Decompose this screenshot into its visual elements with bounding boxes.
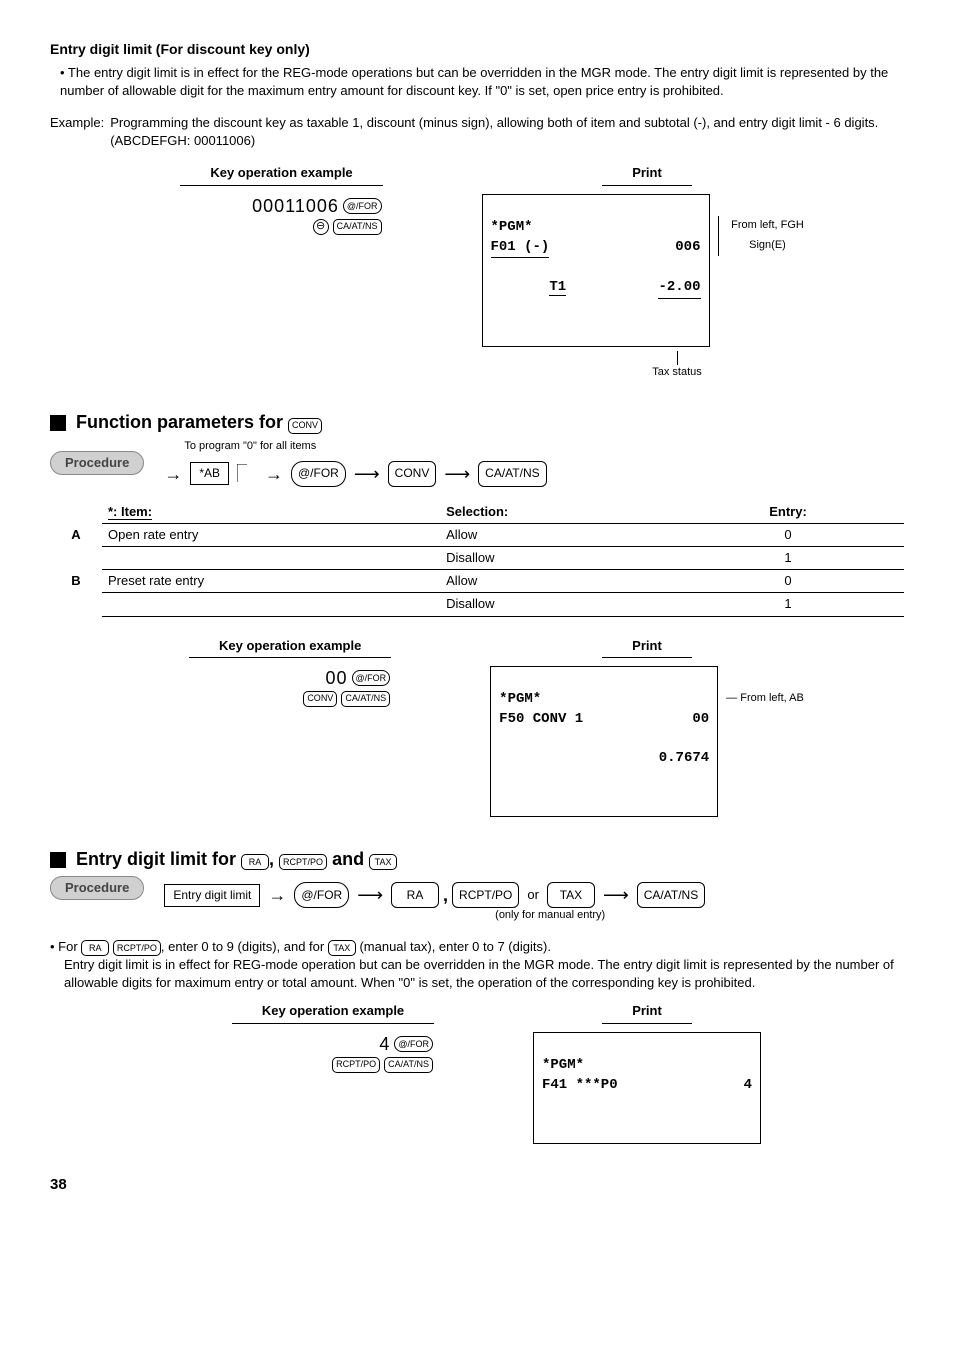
entered-digits: 00	[326, 666, 348, 691]
table-row: A Open rate entry Allow 0	[50, 523, 904, 546]
example-label: Example:	[50, 114, 104, 150]
receipt-callout: — From left, AB	[726, 690, 804, 708]
ra-key: RA	[391, 882, 439, 908]
paragraph: • The entry digit limit is in effect for…	[60, 64, 904, 100]
ra-key: RA	[241, 854, 269, 870]
receipt: *PGM* F01 (-)006 T1-2.00	[482, 194, 710, 347]
key-op-header: Key operation example	[189, 637, 391, 658]
ab-box: *AB	[190, 462, 229, 485]
paragraph: Entry digit limit is in effect for REG-m…	[64, 956, 904, 992]
caatns-key: CA/AT/NS	[637, 882, 705, 908]
receipt: *PGM* F41 ***P04	[533, 1032, 761, 1144]
receipt-callout: From left, FGH Sign(E)	[718, 216, 813, 256]
arrow-icon: →	[164, 465, 182, 483]
tax-key: TAX	[369, 854, 397, 870]
procedure-badge: Procedure	[50, 451, 144, 475]
tax-status-label: Tax status	[542, 351, 813, 380]
paragraph: • For RA RCPT/PO, enter 0 to 9 (digits),…	[50, 938, 904, 957]
tax-key: TAX	[328, 940, 356, 956]
page-number: 38	[50, 1174, 904, 1195]
conv-key: CONV	[388, 461, 437, 487]
arrow-icon: ⟶	[357, 886, 383, 904]
conv-key: CONV	[303, 691, 337, 707]
rcptpo-key: RCPT/PO	[452, 882, 519, 908]
key-op-header: Key operation example	[232, 1002, 434, 1023]
loop-arrow-icon	[237, 464, 257, 484]
arrow-icon: ⟶	[444, 465, 470, 483]
tax-key: TAX	[547, 882, 595, 908]
to-program-note: To program "0" for all items	[184, 439, 546, 454]
arrow-icon: ⟶	[603, 886, 629, 904]
minus-key: ⊖	[313, 219, 329, 235]
arrow-icon: ⟶	[354, 465, 380, 483]
atfor-key: @/FOR	[394, 1036, 433, 1052]
entered-digits: 4	[379, 1032, 390, 1057]
print-header: Print	[602, 1002, 692, 1023]
atfor-key: @/FOR	[352, 670, 391, 686]
bullet-icon	[50, 415, 66, 431]
or-text: or	[527, 886, 539, 904]
rcptpo-key: RCPT/PO	[113, 940, 161, 956]
caatns-key: CA/AT/NS	[478, 461, 546, 487]
comma: ,	[443, 883, 448, 908]
rcptpo-key: RCPT/PO	[279, 854, 327, 870]
table-row: B Preset rate entry Allow 0	[50, 570, 904, 593]
caatns-key: CA/AT/NS	[333, 219, 382, 235]
section-title: Entry digit limit for RA, RCPT/PO and TA…	[76, 847, 397, 872]
entered-digits: 00011006	[252, 194, 339, 219]
entry-digit-box: Entry digit limit	[164, 884, 260, 907]
arrow-icon: →	[265, 465, 283, 483]
section-title: Function parameters for CONV	[76, 410, 322, 435]
bullet-icon	[50, 852, 66, 868]
rcptpo-key: RCPT/PO	[332, 1057, 380, 1073]
arrow-icon: →	[268, 886, 286, 904]
receipt: *PGM* F50 CONV 100 0.7674	[490, 666, 718, 817]
key-op-header: Key operation example	[180, 164, 382, 185]
procedure-badge: Procedure	[50, 876, 144, 900]
atfor-key: @/FOR	[291, 461, 346, 487]
print-header: Print	[602, 637, 692, 658]
table-row: Disallow 1	[50, 547, 904, 570]
subsection-title: Entry digit limit (For discount key only…	[50, 40, 904, 60]
table-row: Disallow 1	[50, 593, 904, 616]
example-text: Programming the discount key as taxable …	[110, 114, 904, 150]
caatns-key: CA/AT/NS	[384, 1057, 433, 1073]
atfor-key: @/FOR	[343, 198, 382, 214]
caatns-key: CA/AT/NS	[341, 691, 390, 707]
conv-key: CONV	[288, 418, 322, 434]
selection-table: *: Item: Selection: Entry: A Open rate e…	[50, 501, 904, 617]
ra-key: RA	[81, 940, 109, 956]
manual-entry-note: (only for manual entry)	[164, 908, 705, 923]
print-header: Print	[602, 164, 692, 185]
atfor-key: @/FOR	[294, 882, 349, 908]
